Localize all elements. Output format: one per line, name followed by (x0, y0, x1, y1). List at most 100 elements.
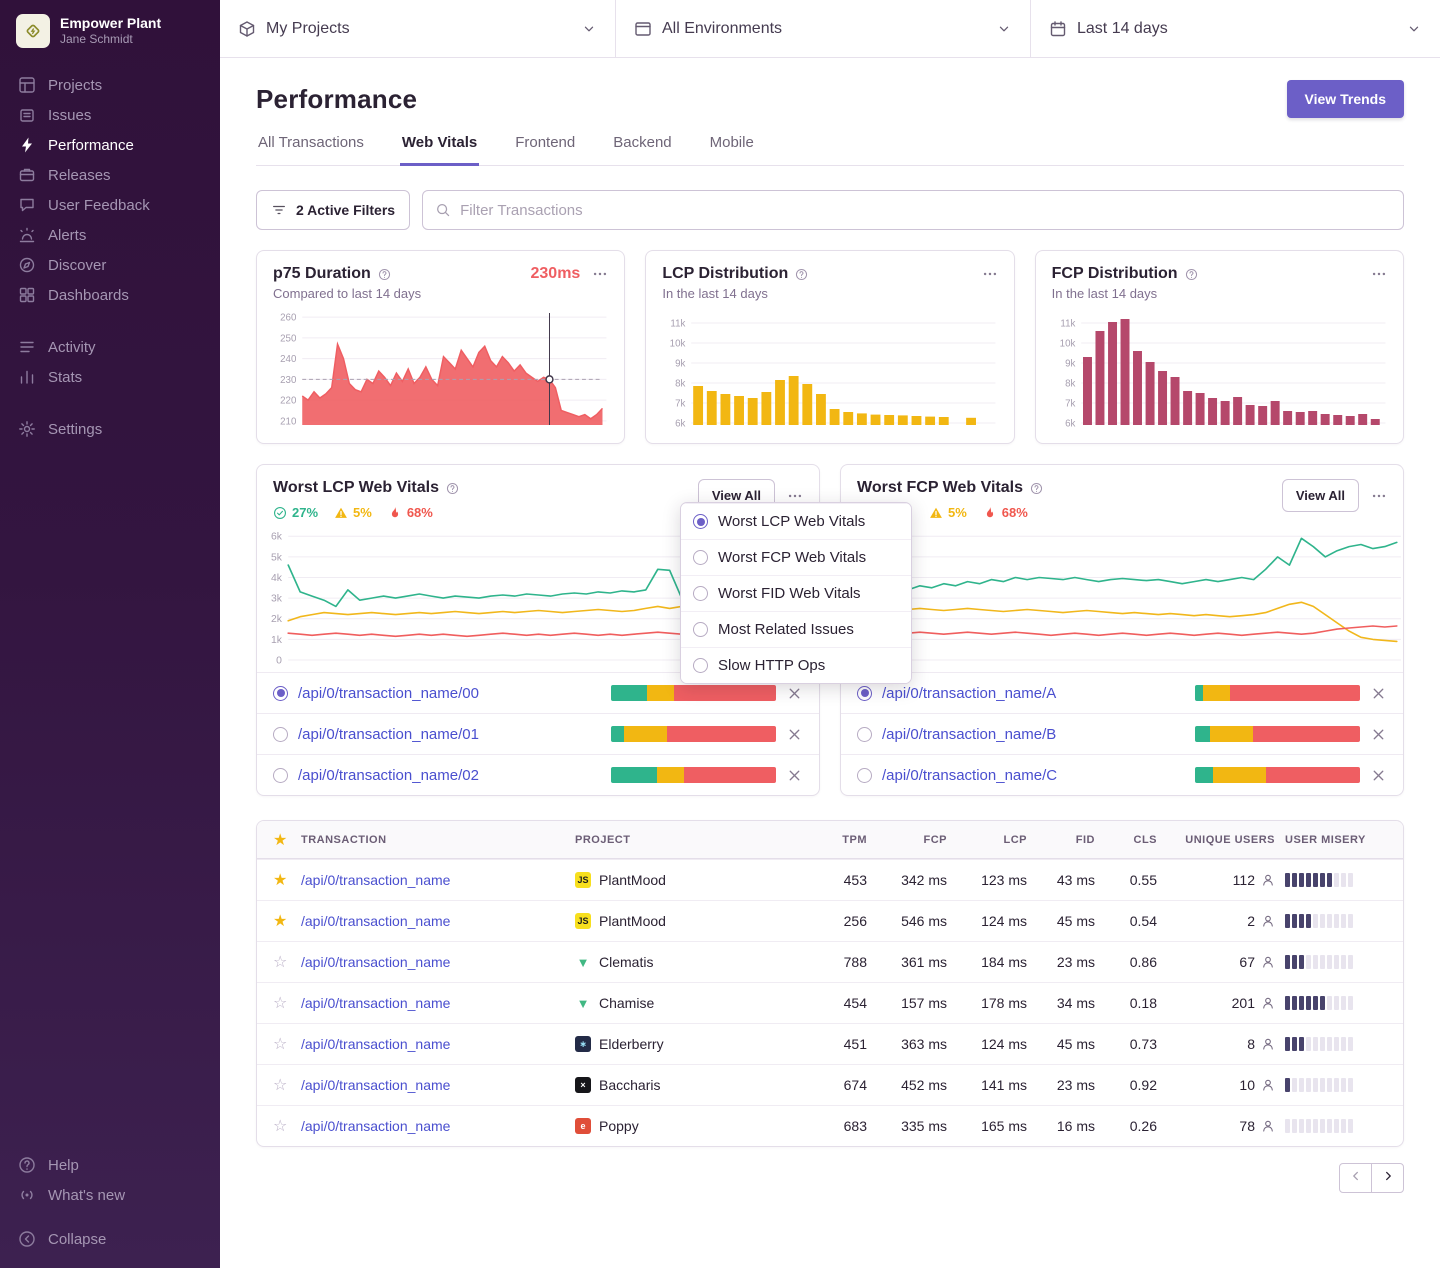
svg-text:11k: 11k (671, 318, 686, 329)
help-icon (18, 1156, 36, 1174)
menu-item-radio[interactable] (693, 658, 708, 673)
close-icon[interactable] (786, 726, 803, 743)
star-icon[interactable] (273, 836, 288, 848)
close-icon[interactable] (1370, 685, 1387, 702)
star-icon[interactable] (273, 995, 287, 1011)
menu-item-worst-fcp-web-vitals[interactable]: Worst FCP Web Vitals (681, 539, 911, 575)
sidebar-item-alerts[interactable]: Alerts (0, 220, 220, 250)
fid-value: 45 ms (1027, 913, 1095, 929)
tab-all-transactions[interactable]: All Transactions (256, 134, 366, 166)
transaction-link[interactable]: /api/0/transaction_name (301, 954, 450, 970)
more-icon[interactable] (592, 266, 608, 282)
sidebar-item-activity[interactable]: Activity (0, 332, 220, 362)
transaction-link[interactable]: /api/0/transaction_name (301, 872, 450, 888)
vital-transaction-link[interactable]: /api/0/transaction_name/A (882, 685, 1185, 702)
more-icon[interactable] (1371, 266, 1387, 282)
star-icon[interactable] (273, 1077, 287, 1093)
col-cls: CLS (1095, 834, 1157, 846)
menu-item-slow-http-ops[interactable]: Slow HTTP Ops (681, 647, 911, 683)
vital-transaction-link[interactable]: /api/0/transaction_name/01 (298, 726, 601, 743)
sidebar-item-discover[interactable]: Discover (0, 250, 220, 280)
sidebar-item-projects[interactable]: Projects (0, 70, 220, 100)
project-name: Elderberry (599, 1036, 664, 1052)
svg-text:3k: 3k (271, 594, 283, 605)
menu-item-radio[interactable] (693, 586, 708, 601)
sidebar-item-dashboards[interactable]: Dashboards (0, 280, 220, 310)
more-icon[interactable] (982, 266, 998, 282)
sidebar-item-releases[interactable]: Releases (0, 160, 220, 190)
org-name: Empower Plant (60, 15, 161, 33)
menu-item-worst-fid-web-vitals[interactable]: Worst FID Web Vitals (681, 575, 911, 611)
vital-transaction-link[interactable]: /api/0/transaction_name/00 (298, 685, 601, 702)
svg-text:6k: 6k (675, 418, 685, 429)
environment-selector[interactable]: All Environments (616, 0, 1031, 57)
sidebar-item-performance[interactable]: Performance (0, 130, 220, 160)
vital-transaction-link[interactable]: /api/0/transaction_name/B (882, 726, 1185, 743)
menu-item-worst-lcp-web-vitals[interactable]: Worst LCP Web Vitals (681, 503, 911, 539)
vital-transaction-link[interactable]: /api/0/transaction_name/02 (298, 767, 601, 784)
pagination-prev-button[interactable] (1339, 1163, 1372, 1193)
close-icon[interactable] (1370, 767, 1387, 784)
view-trends-button[interactable]: View Trends (1287, 80, 1404, 118)
transaction-link[interactable]: /api/0/transaction_name (301, 1077, 450, 1093)
project-icon: × (575, 1077, 591, 1093)
warning-icon (334, 506, 348, 520)
vital-radio[interactable] (273, 768, 288, 783)
table-row: /api/0/transaction_name × Baccharis 674 … (257, 1064, 1403, 1105)
transaction-link[interactable]: /api/0/transaction_name (301, 1036, 450, 1052)
tabs: All Transactions Web Vitals Frontend Bac… (256, 134, 1404, 166)
vital-score-bar (611, 685, 776, 701)
worst-fcp-view-all-button[interactable]: View All (1282, 479, 1359, 512)
project-name: PlantMood (599, 913, 666, 929)
sidebar-item-what-s-new[interactable]: What's new (0, 1180, 220, 1210)
sidebar-item-collapse[interactable]: Collapse (0, 1224, 220, 1254)
star-icon[interactable] (273, 913, 287, 929)
p75-value: 230ms (531, 265, 581, 283)
sidebar-item-user-feedback[interactable]: User Feedback (0, 190, 220, 220)
org-user: Jane Schmidt (60, 32, 161, 47)
sidebar-item-settings[interactable]: Settings (0, 414, 220, 444)
tab-frontend[interactable]: Frontend (513, 134, 577, 166)
menu-item-radio[interactable] (693, 514, 708, 529)
project-selector[interactable]: My Projects (220, 0, 616, 57)
vital-radio[interactable] (273, 686, 288, 701)
vital-transaction-link[interactable]: /api/0/transaction_name/C (882, 767, 1185, 784)
star-icon[interactable] (273, 954, 287, 970)
p75-duration-card: p75 Duration 230ms Compared to last 14 d… (256, 250, 625, 444)
sidebar-item-stats[interactable]: Stats (0, 362, 220, 392)
transaction-link[interactable]: /api/0/transaction_name (301, 995, 450, 1011)
vital-radio[interactable] (857, 768, 872, 783)
window-icon (634, 20, 652, 38)
active-filters-button[interactable]: 2 Active Filters (256, 190, 410, 230)
vital-row: /api/0/transaction_name/B (841, 713, 1403, 754)
org-switcher[interactable]: Empower Plant Jane Schmidt (0, 0, 220, 60)
transaction-link[interactable]: /api/0/transaction_name (301, 913, 450, 929)
sidebar-item-help[interactable]: Help (0, 1150, 220, 1180)
close-icon[interactable] (786, 767, 803, 784)
tab-web-vitals[interactable]: Web Vitals (400, 134, 479, 166)
filter-icon (271, 202, 287, 218)
star-icon[interactable] (273, 1036, 287, 1052)
daterange-selector[interactable]: Last 14 days (1031, 0, 1440, 57)
col-fcp: FCP (867, 834, 947, 846)
menu-item-most-related-issues[interactable]: Most Related Issues (681, 611, 911, 647)
sidebar-item-issues[interactable]: Issues (0, 100, 220, 130)
more-icon[interactable] (1371, 488, 1387, 504)
tab-mobile[interactable]: Mobile (708, 134, 756, 166)
star-icon[interactable] (273, 872, 287, 888)
tab-backend[interactable]: Backend (611, 134, 673, 166)
unique-users-value: 78 (1239, 1118, 1255, 1134)
vital-radio[interactable] (857, 686, 872, 701)
search-input[interactable] (460, 202, 1391, 219)
vital-radio[interactable] (273, 727, 288, 742)
close-icon[interactable] (786, 685, 803, 702)
vital-radio[interactable] (857, 727, 872, 742)
pagination-next-button[interactable] (1371, 1163, 1404, 1193)
close-icon[interactable] (1370, 726, 1387, 743)
transaction-link[interactable]: /api/0/transaction_name (301, 1118, 450, 1134)
fcp-value: 342 ms (867, 872, 947, 888)
star-icon[interactable] (273, 1118, 287, 1134)
worst-fcp-stats: 5% 68% (929, 505, 1043, 520)
menu-item-radio[interactable] (693, 622, 708, 637)
menu-item-radio[interactable] (693, 550, 708, 565)
